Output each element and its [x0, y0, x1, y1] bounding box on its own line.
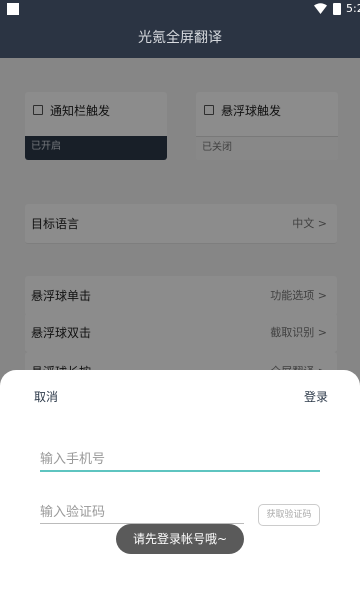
get-code-button[interactable]: 获取验证码: [258, 504, 320, 526]
wifi-icon: [314, 3, 327, 14]
status-bar: 5:26: [0, 0, 360, 18]
cancel-button[interactable]: 取消: [34, 389, 58, 405]
notification-square-icon: [7, 3, 19, 15]
verification-code-input[interactable]: [40, 502, 244, 524]
status-time: 5:26: [346, 2, 360, 15]
page-title: 光氪全屏翻译: [138, 30, 222, 46]
phone-input[interactable]: [40, 448, 320, 472]
app-header: 光氪全屏翻译: [0, 18, 360, 58]
login-button[interactable]: 登录: [304, 389, 328, 405]
login-required-toast: 请先登录帐号哦~: [116, 524, 244, 554]
login-sheet: 取消 登录 获取验证码: [0, 370, 360, 600]
battery-icon: [333, 3, 341, 15]
